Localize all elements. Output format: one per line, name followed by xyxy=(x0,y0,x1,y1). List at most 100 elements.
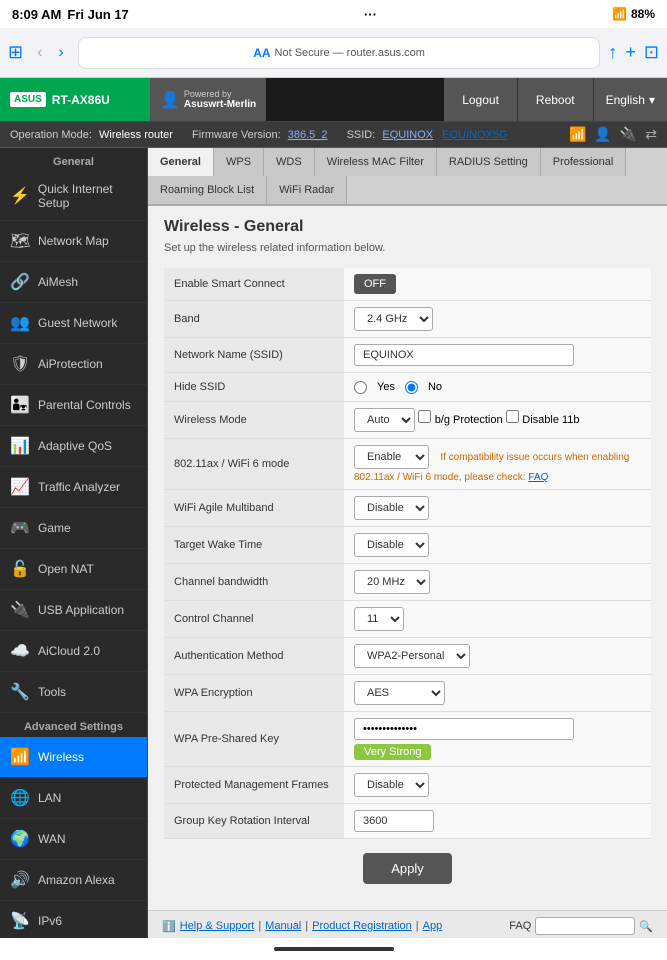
sidebar-item-aiprotection[interactable]: 🛡 AiProtection xyxy=(0,344,147,385)
ssid-input[interactable] xyxy=(354,344,574,366)
reboot-button[interactable]: Reboot xyxy=(518,78,594,121)
sidebar-item-usb-application[interactable]: 🔌 USB Application xyxy=(0,590,147,631)
advanced-section-title: Advanced Settings xyxy=(0,713,147,737)
ssid2[interactable]: EQUINOX5G xyxy=(442,129,507,141)
product-reg-link[interactable]: Product Registration xyxy=(312,920,412,932)
tab-bar: General WPS WDS Wireless MAC Filter RADI… xyxy=(148,148,667,206)
sidebar-toggle-icon[interactable]: ⊞ xyxy=(8,42,23,63)
strength-badge: Very Strong xyxy=(354,744,431,760)
tab-professional[interactable]: Professional xyxy=(541,148,627,176)
chevron-down-icon: ▾ xyxy=(649,93,655,107)
back-button[interactable]: ‹ xyxy=(31,40,48,66)
tab-roaming-block-list[interactable]: Roaming Block List xyxy=(148,176,267,204)
app-link[interactable]: App xyxy=(423,920,443,932)
tab-wireless-mac-filter[interactable]: Wireless MAC Filter xyxy=(315,148,437,176)
browser-bar: ⊞ ‹ › AA Not Secure — router.asus.com ↑ … xyxy=(0,28,667,78)
label-hide-ssid: Hide SSID xyxy=(164,373,344,402)
group-key-input[interactable] xyxy=(354,810,434,832)
sidebar-item-amazon-alexa[interactable]: 🔊 Amazon Alexa xyxy=(0,860,147,901)
hide-ssid-no[interactable] xyxy=(405,381,418,394)
open-nat-icon: 🔓 xyxy=(10,559,30,579)
sidebar-item-traffic-analyzer[interactable]: 📈 Traffic Analyzer xyxy=(0,467,147,508)
sidebar-label-guest-network: Guest Network xyxy=(38,316,117,330)
label-ssid: Network Name (SSID) xyxy=(164,338,344,373)
sidebar-label-wan: WAN xyxy=(38,832,66,846)
hide-ssid-yes[interactable] xyxy=(354,381,367,394)
tabs-icon[interactable]: ⊡ xyxy=(644,42,659,63)
label-target-wake: Target Wake Time xyxy=(164,527,344,564)
date: Fri Jun 17 xyxy=(67,7,128,22)
share-icon[interactable]: ↑ xyxy=(608,42,617,63)
tab-wps[interactable]: WPS xyxy=(214,148,264,176)
url-bar[interactable]: AA Not Secure — router.asus.com xyxy=(78,37,601,69)
smart-connect-toggle[interactable]: OFF xyxy=(354,274,396,294)
wpa-encryption-select[interactable]: AES TKIP TKIP+AES xyxy=(354,681,445,705)
psk-input[interactable] xyxy=(354,718,574,740)
disable-11b-checkbox[interactable] xyxy=(506,410,519,423)
80211ax-select[interactable]: Enable Disable xyxy=(354,445,429,469)
sidebar-item-guest-network[interactable]: 👥 Guest Network xyxy=(0,303,147,344)
sidebar-item-wan[interactable]: 🌍 WAN xyxy=(0,819,147,860)
sidebar-item-open-nat[interactable]: 🔓 Open NAT xyxy=(0,549,147,590)
value-band: 2.4 GHz 5 GHz xyxy=(344,301,651,338)
faq-link-80211ax[interactable]: FAQ xyxy=(528,472,548,483)
search-icon[interactable]: 🔍 xyxy=(639,920,653,933)
sidebar-label-aicloud: AiCloud 2.0 xyxy=(38,644,100,658)
tab-radius-setting[interactable]: RADIUS Setting xyxy=(437,148,541,176)
wifi-agile-select[interactable]: Disable Enable xyxy=(354,496,429,520)
channel-bw-select[interactable]: 20 MHz 40 MHz 80 MHz xyxy=(354,570,430,594)
tab-general[interactable]: General xyxy=(148,148,214,178)
sidebar-item-ipv6[interactable]: 📡 IPv6 xyxy=(0,901,147,938)
tab-wds[interactable]: WDS xyxy=(264,148,315,176)
wan-icon: 🌍 xyxy=(10,829,30,849)
wireless-mode-select[interactable]: Auto xyxy=(354,408,415,432)
value-80211ax: Enable Disable If compatibility issue oc… xyxy=(344,439,651,490)
router-model: RT-AX86U xyxy=(52,93,110,107)
bg-protection-checkbox[interactable] xyxy=(418,410,431,423)
status-bar: 8:09 AM Fri Jun 17 ··· 📶 88% xyxy=(0,0,667,28)
form-row-hide-ssid: Hide SSID Yes No xyxy=(164,373,651,402)
ipv6-icon: 📡 xyxy=(10,911,30,931)
tab-wifi-radar[interactable]: WiFi Radar xyxy=(267,176,347,204)
form-row-channel-bw: Channel bandwidth 20 MHz 40 MHz 80 MHz xyxy=(164,564,651,601)
add-tab-icon[interactable]: + xyxy=(625,42,636,63)
control-channel-select[interactable]: 11 1 6 xyxy=(354,607,404,631)
band-select[interactable]: 2.4 GHz 5 GHz xyxy=(354,307,433,331)
label-band: Band xyxy=(164,301,344,338)
sidebar: General ⚡ Quick Internet Setup 🗺 Network… xyxy=(0,148,148,938)
sidebar-label-amazon-alexa: Amazon Alexa xyxy=(38,873,115,887)
form-row-wpa-encryption: WPA Encryption AES TKIP TKIP+AES xyxy=(164,675,651,712)
sidebar-item-game[interactable]: 🎮 Game xyxy=(0,508,147,549)
form-row-control-channel: Control Channel 11 1 6 xyxy=(164,601,651,638)
wifi-icon: 📶 xyxy=(612,7,627,21)
sidebar-label-tools: Tools xyxy=(38,685,66,699)
firmware-label: Firmware Version: xyxy=(192,129,281,141)
auth-method-select[interactable]: WPA2-Personal WPA-Personal Open System xyxy=(354,644,470,668)
footer-links: ℹ️ Help & Support | Manual | Product Reg… xyxy=(162,920,442,933)
value-control-channel: 11 1 6 xyxy=(344,601,651,638)
faq-search-input[interactable] xyxy=(535,917,635,935)
sidebar-item-parental-controls[interactable]: 👨‍👧 Parental Controls xyxy=(0,385,147,426)
battery: 88% xyxy=(631,7,655,21)
sidebar-item-lan[interactable]: 🌐 LAN xyxy=(0,778,147,819)
sidebar-item-wireless[interactable]: 📶 Wireless xyxy=(0,737,147,778)
sidebar-item-aicloud[interactable]: ☁️ AiCloud 2.0 xyxy=(0,631,147,672)
forward-button[interactable]: › xyxy=(52,40,69,66)
manual-link[interactable]: Manual xyxy=(265,920,301,932)
guest-network-icon: 👥 xyxy=(10,313,30,333)
sidebar-item-adaptive-qos[interactable]: 📊 Adaptive QoS xyxy=(0,426,147,467)
ssid1[interactable]: EQUINOX xyxy=(382,129,433,141)
sidebar-item-tools[interactable]: 🔧 Tools xyxy=(0,672,147,713)
pmf-select[interactable]: Disable Enable xyxy=(354,773,429,797)
help-support-link[interactable]: Help & Support xyxy=(180,920,255,932)
sidebar-item-quick-internet-setup[interactable]: ⚡ Quick Internet Setup xyxy=(0,172,147,221)
sidebar-item-aimesh[interactable]: 🔗 AiMesh xyxy=(0,262,147,303)
browser-actions: ↑ + ⊡ xyxy=(608,42,659,63)
apply-button[interactable]: Apply xyxy=(363,853,452,884)
logout-button[interactable]: Logout xyxy=(444,78,518,121)
target-wake-select[interactable]: Disable Enable xyxy=(354,533,429,557)
game-icon: 🎮 xyxy=(10,518,30,538)
language-button[interactable]: English ▾ xyxy=(594,78,667,121)
main-layout: General ⚡ Quick Internet Setup 🗺 Network… xyxy=(0,148,667,938)
sidebar-item-network-map[interactable]: 🗺 Network Map xyxy=(0,221,147,262)
